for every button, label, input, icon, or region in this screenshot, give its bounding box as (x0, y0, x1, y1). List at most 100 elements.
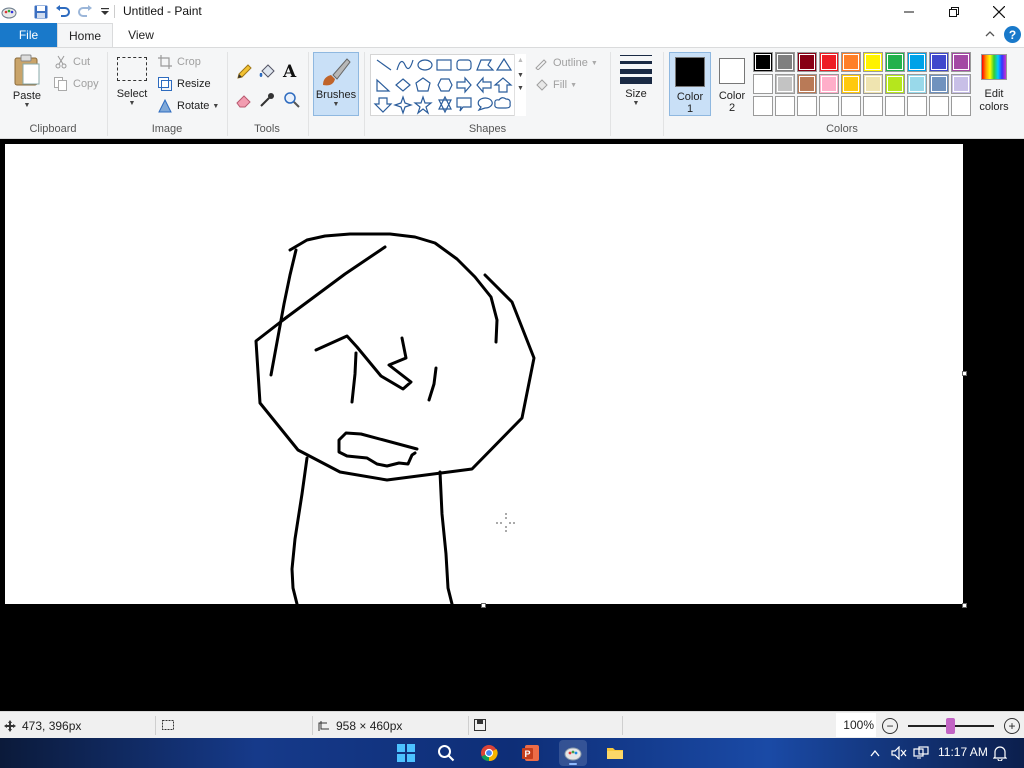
palette-swatch[interactable] (929, 52, 949, 72)
palette-swatch[interactable] (863, 52, 883, 72)
palette-swatch[interactable] (929, 96, 949, 116)
palette-swatch[interactable] (863, 74, 883, 94)
zoom-in-button[interactable]: + (1004, 718, 1020, 734)
palette-swatch[interactable] (797, 52, 817, 72)
volume-muted-icon[interactable] (890, 744, 908, 762)
palette-swatch[interactable] (951, 96, 971, 116)
palette-swatch[interactable] (841, 74, 861, 94)
text-tool-icon[interactable]: A (283, 62, 301, 82)
four-point-star-shape-icon (393, 95, 413, 115)
scroll-up-icon[interactable]: ▲ (515, 57, 526, 64)
palette-swatch[interactable] (797, 96, 817, 116)
network-icon[interactable] (912, 744, 930, 762)
paste-button[interactable]: Paste ▼ (6, 52, 48, 116)
save-icon[interactable] (32, 3, 50, 21)
minimize-button[interactable] (886, 0, 932, 23)
crop-button[interactable]: Crop (157, 53, 201, 71)
redo-icon[interactable] (76, 3, 94, 21)
show-hidden-icons-icon[interactable] (866, 744, 884, 762)
size-button[interactable]: Size ▼ (616, 52, 656, 116)
outline-dropdown-icon: ▼ (590, 59, 598, 67)
help-button[interactable]: ? (1004, 26, 1021, 43)
tab-view[interactable]: View (118, 23, 164, 47)
select-button[interactable]: Select ▼ (112, 52, 152, 116)
brushes-button[interactable]: Brushes ▼ (313, 52, 359, 116)
drawing-canvas[interactable] (5, 144, 963, 606)
zoom-level: 100% (836, 713, 876, 737)
palette-swatch[interactable] (753, 74, 773, 94)
start-icon[interactable] (392, 740, 420, 766)
palette-swatch[interactable] (885, 74, 905, 94)
resize-handle-bottom[interactable] (481, 603, 486, 608)
collapse-ribbon-icon[interactable] (984, 28, 998, 42)
scroll-down-icon[interactable]: ▼ (515, 72, 526, 79)
fill-button[interactable]: Fill ▼ (533, 76, 577, 94)
eraser-icon[interactable] (235, 91, 253, 109)
zoom-slider-thumb[interactable] (946, 718, 955, 734)
edit-colors-button[interactable]: Edit colors (975, 54, 1013, 114)
color-picker-icon[interactable] (258, 91, 276, 109)
maximize-button[interactable] (931, 0, 977, 23)
line-shape-icon (376, 59, 392, 71)
palette-swatch[interactable] (863, 96, 883, 116)
pencil-icon[interactable] (235, 63, 253, 81)
rectangular-callout-shape-icon (456, 97, 472, 112)
brushes-label: Brushes (315, 89, 357, 101)
zoom-out-button[interactable]: − (882, 718, 898, 734)
resize-button[interactable]: Resize (157, 75, 211, 93)
undo-icon[interactable] (54, 3, 72, 21)
palette-swatch[interactable] (929, 74, 949, 94)
file-explorer-icon[interactable] (601, 740, 629, 766)
palette-swatch[interactable] (951, 52, 971, 72)
rectangle-shape-icon (436, 59, 452, 71)
palette-swatch[interactable] (951, 74, 971, 94)
tab-file[interactable]: File (0, 23, 57, 47)
chrome-icon[interactable] (475, 740, 503, 766)
clock[interactable]: 11:17 AM (938, 745, 988, 759)
palette-swatch[interactable] (753, 52, 773, 72)
palette-swatch[interactable] (907, 74, 927, 94)
color-2-button[interactable]: Color 2 (714, 52, 750, 116)
rotate-button[interactable]: Rotate ▼ (157, 97, 219, 115)
selection-size-icon (161, 719, 175, 731)
palette-swatch[interactable] (885, 96, 905, 116)
cut-button[interactable]: Cut (53, 53, 90, 71)
tab-home[interactable]: Home (57, 23, 113, 47)
palette-swatch[interactable] (753, 96, 773, 116)
palette-swatch[interactable] (819, 74, 839, 94)
palette-swatch[interactable] (819, 52, 839, 72)
palette-swatch[interactable] (841, 52, 861, 72)
magnifier-icon[interactable] (283, 91, 301, 109)
more-shapes-icon[interactable]: ▼ (515, 85, 526, 92)
color-1-button[interactable]: Color 1 (669, 52, 711, 116)
palette-swatch[interactable] (907, 52, 927, 72)
powerpoint-icon[interactable]: P (517, 740, 545, 766)
palette-swatch[interactable] (775, 96, 795, 116)
palette-swatch[interactable] (841, 96, 861, 116)
crosshair-cursor-icon (496, 513, 516, 533)
notifications-icon[interactable] (991, 744, 1009, 762)
resize-handle-corner[interactable] (962, 603, 967, 608)
palette-swatch[interactable] (885, 52, 905, 72)
copy-button[interactable]: Copy (53, 75, 99, 93)
shapes-gallery[interactable] (370, 54, 526, 116)
outline-button[interactable]: Outline ▼ (533, 54, 598, 72)
palette-swatch[interactable] (819, 96, 839, 116)
shapes-scrollbar[interactable]: ▲ ▼ ▼ (514, 54, 526, 116)
resize-handle-right[interactable] (962, 371, 967, 376)
close-button[interactable] (976, 0, 1022, 23)
fill-dropdown-icon: ▼ (570, 81, 577, 89)
paint-icon[interactable] (559, 740, 587, 766)
search-icon[interactable] (432, 740, 460, 766)
curve-shape-icon (396, 59, 414, 71)
select-icon (117, 57, 147, 81)
palette-swatch[interactable] (775, 52, 795, 72)
paint-app-icon[interactable] (0, 3, 18, 21)
status-divider (155, 716, 156, 735)
fill-bucket-icon[interactable] (258, 63, 276, 81)
outline-label: Outline (553, 57, 588, 69)
customize-quick-access-icon[interactable] (96, 3, 114, 21)
palette-swatch[interactable] (907, 96, 927, 116)
palette-swatch[interactable] (797, 74, 817, 94)
palette-swatch[interactable] (775, 74, 795, 94)
